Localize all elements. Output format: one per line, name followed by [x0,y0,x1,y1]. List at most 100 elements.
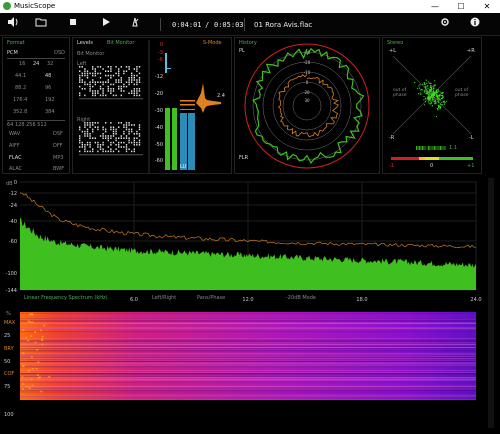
bit-cell [115,81,117,83]
bit-cell [86,122,89,124]
bit-cell [112,150,115,153]
level-scale-tick: -60 [155,158,163,164]
bit-cell [92,81,94,83]
bit-cell [105,74,107,77]
bit-cell [112,133,115,135]
bit-cell [125,128,128,131]
bit-cell [128,128,130,131]
bit-cell [131,124,133,126]
total-time: 0:05:03 [214,21,244,29]
bit-cell [105,137,107,139]
spectrum-y-tick: -60 [9,239,17,245]
bit-cell [89,124,91,126]
bit-cell [136,79,138,81]
play-icon[interactable] [99,17,113,31]
bit-cell [86,133,89,135]
bit-cell [138,144,141,146]
close-button[interactable]: ✕ [474,0,500,13]
bit-cell [97,72,99,75]
bit-cell [89,81,91,83]
bit-cell [138,135,141,137]
stop-icon[interactable] [66,17,80,31]
speaker-icon[interactable] [6,17,20,31]
bit-cell [84,135,86,137]
bit-cell [97,150,99,153]
bit-cell [118,144,120,146]
bit-cell [136,92,138,94]
bit-cell [136,74,138,77]
minimize-button[interactable]: — [422,0,448,13]
bit-cell [92,92,94,94]
info-icon[interactable] [468,17,482,31]
rate-value: 192 [45,97,55,103]
bit-cell [99,85,102,88]
bit-cell [94,81,96,83]
bit-cell [81,72,83,75]
bit-cell [84,124,86,126]
bit-cell [110,90,112,92]
bit-cell [112,135,115,137]
folder-icon[interactable] [34,17,48,31]
pcm-label: PCM [7,50,18,56]
scrollbar[interactable] [488,178,494,428]
spectrogram-y-tick: 25 [4,333,11,339]
bit-cell [94,90,96,92]
history-ring-label: 30 [304,98,310,103]
corr-zero-label: 0 [430,163,434,169]
bit-cell [120,79,122,81]
bit-cell [136,144,138,146]
bit-cell [112,126,115,128]
history-ring-label: 20 [304,90,310,95]
minus-20db-option[interactable]: -20dB Mode [286,295,316,301]
bit-cell [99,88,102,90]
level-scale-tick: -20 [155,91,163,97]
bit-cell [107,90,109,92]
bit-cell [133,77,135,79]
bit-cell [89,137,91,139]
bit-cell [94,94,96,97]
bit-cell [102,92,104,94]
spectrogram-y-tick: 50 [4,359,11,365]
bit-cell [86,83,89,86]
bit-cell [92,124,94,126]
bit-cell [102,83,104,86]
left-right-option[interactable]: Left/Right [152,295,176,301]
bit-cell [89,85,91,88]
bit-cell [107,88,109,90]
history-ring-label: 0 [306,80,309,85]
bit-cell [115,130,117,133]
peak-value: 2.4 [217,93,225,99]
bit-cell [133,90,135,92]
right-level-bar [172,108,177,170]
pans-phase-option[interactable]: Pans/Phase [197,295,225,301]
bit-cell [84,70,86,72]
bit-cell [97,122,99,124]
bit-cell [84,83,86,86]
level-scale: 0 -3-6 -12 -20 -30 -40 -50 -60 [155,42,163,164]
spectrum-y-tick: -40 [9,219,17,225]
bit-cell [94,122,96,124]
spectrogram-y-tick: 100 [4,412,14,418]
metronome-icon[interactable] [128,17,142,31]
bit-cell [84,144,86,146]
bit-cell [105,94,107,97]
bit-cell [105,135,107,137]
bit-cell [125,144,128,146]
spectrum-y-tick: -12 [9,191,17,197]
gear-icon[interactable] [438,17,452,31]
maximize-button[interactable]: ☐ [448,0,474,13]
bit-cell [136,83,138,86]
bit-cell [131,141,133,144]
bit-cell [115,66,117,68]
codec-label: WAV [9,131,21,137]
lu-right-bar [188,113,195,170]
history-loudness-trace [277,74,340,138]
bit-cell [79,70,81,72]
bit-cell [123,133,125,135]
toolbar-separator [160,18,161,31]
bit-cell [94,70,96,72]
bit-cell [94,92,96,94]
bit-cell [79,66,81,68]
bit-cell [133,92,135,94]
bit-cell [128,141,130,144]
